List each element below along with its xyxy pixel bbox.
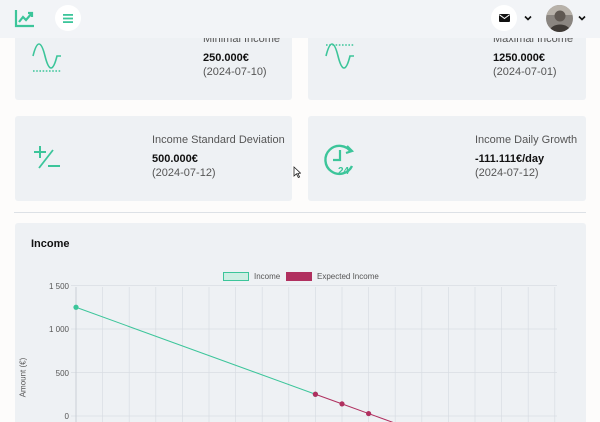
- top-bar: [0, 0, 600, 38]
- data-point: [73, 304, 79, 310]
- card-title: Income Daily Growth: [475, 134, 578, 146]
- hamburger-icon: [63, 13, 73, 23]
- stat-card-income-std-dev: Income Standard Deviation 500.000€ (2024…: [15, 116, 292, 201]
- income-chart-plot[interactable]: [15, 223, 586, 422]
- card-value: 500.000€: [152, 153, 198, 165]
- data-point: [312, 391, 318, 397]
- stat-card-income-daily-growth: 24 Income Daily Growth -111.111€/day (20…: [308, 116, 586, 201]
- user-avatar[interactable]: [546, 5, 573, 32]
- data-point: [339, 401, 345, 407]
- clock-24-icon: 24: [324, 144, 355, 177]
- income-chart-card: Income Income Expected Income 1 500 1 00…: [15, 223, 586, 422]
- card-date: (2024-07-12): [152, 167, 216, 179]
- menu-toggle-button[interactable]: [55, 5, 81, 31]
- section-divider: [14, 212, 586, 213]
- data-point: [366, 410, 372, 417]
- series-line: [315, 393, 394, 422]
- sine-low-icon: [32, 43, 61, 72]
- card-value: -111.111€/day: [475, 153, 545, 165]
- series-line: [75, 306, 316, 395]
- envelope-icon: [498, 14, 510, 22]
- trend-chart-icon[interactable]: [14, 8, 36, 28]
- sine-high-icon: [325, 43, 354, 69]
- avatar-image: [546, 5, 573, 32]
- card-value: 250.000€: [203, 52, 249, 64]
- chevron-down-icon[interactable]: [523, 13, 533, 23]
- card-title: Income Standard Deviation: [152, 134, 285, 146]
- chevron-down-icon[interactable]: [577, 13, 587, 23]
- card-date: (2024-07-12): [475, 167, 539, 179]
- svg-text:24: 24: [338, 166, 350, 177]
- card-date: (2024-07-10): [203, 66, 267, 78]
- mouse-cursor-icon: [293, 166, 301, 178]
- plus-minus-icon: [34, 146, 60, 169]
- card-date: (2024-07-01): [493, 66, 557, 78]
- card-value: 1250.000€: [493, 52, 545, 64]
- messages-button[interactable]: [491, 5, 517, 31]
